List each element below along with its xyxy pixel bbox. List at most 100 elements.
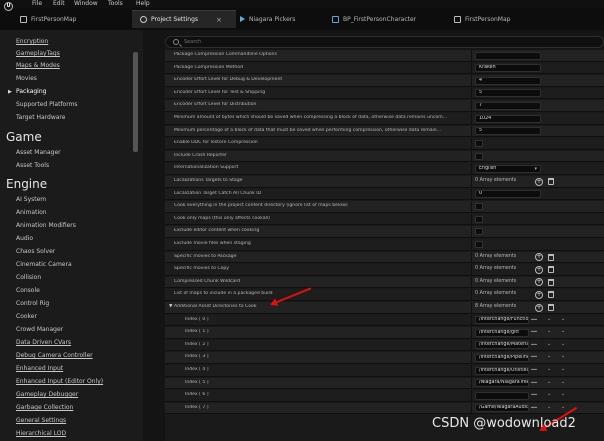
trash-icon[interactable] — [548, 266, 554, 274]
column-divider[interactable] — [471, 239, 472, 251]
tab-project-settings[interactable]: Project Settings × — [132, 10, 236, 28]
sidebar-item-control-rig[interactable]: Control Rig — [16, 300, 49, 307]
add-element-icon[interactable]: + — [535, 290, 543, 299]
property-value-field[interactable]: 7 — [475, 101, 541, 110]
column-divider[interactable] — [471, 113, 472, 125]
chevron-down-icon[interactable]: ⌄ — [561, 391, 565, 397]
tab-first-person-map-2[interactable]: FirstPersonMap — [454, 10, 564, 28]
property-value-field[interactable]: 0 — [475, 190, 541, 199]
trash-icon[interactable] — [548, 253, 554, 261]
sidebar-item-ai-system[interactable]: AI System — [16, 196, 46, 203]
sidebar-item-target-hardware[interactable]: Target Hardware — [16, 114, 65, 121]
chevron-down-icon[interactable]: ⌄ — [561, 341, 565, 347]
column-divider[interactable] — [471, 352, 472, 364]
add-element-icon[interactable]: + — [535, 253, 543, 262]
column-divider[interactable] — [471, 75, 472, 87]
sidebar-item-enhanced-input-editor[interactable]: Enhanced Input (Editor Only) — [16, 378, 103, 385]
trash-icon[interactable] — [548, 304, 554, 311]
chevron-down-icon[interactable]: ⌄ — [561, 353, 565, 359]
property-value-field[interactable]: 4 — [475, 76, 541, 85]
property-value-field[interactable]: Kraken — [475, 64, 541, 73]
tab-niagara-pickers[interactable]: Niagara Pickers — [240, 10, 344, 28]
column-divider[interactable] — [471, 138, 472, 150]
sidebar-item-asset-tools[interactable]: Asset Tools — [16, 162, 49, 169]
directory-path-field[interactable]: /Interchange/Functions — [475, 316, 529, 325]
column-divider[interactable] — [471, 390, 472, 402]
directory-path-field[interactable]: /Interchange/Pipelines — [475, 353, 529, 362]
search-input[interactable] — [184, 38, 584, 46]
column-divider[interactable] — [471, 402, 472, 415]
browse-dots-icon[interactable]: … — [531, 390, 537, 397]
property-value-field[interactable] — [475, 51, 541, 60]
browse-dots-icon[interactable]: … — [531, 352, 537, 359]
sidebar-item-animation[interactable]: Animation — [16, 209, 47, 216]
menu-help[interactable]: Help — [136, 0, 150, 8]
sidebar-item-asset-manager[interactable]: Asset Manager — [16, 149, 61, 156]
chevron-down-icon[interactable]: ⌄ — [547, 379, 551, 385]
column-divider[interactable] — [471, 87, 472, 100]
tab-first-person-map[interactable]: FirstPersonMap — [20, 10, 130, 28]
column-divider[interactable] — [471, 264, 472, 276]
chevron-down-icon[interactable]: ⌄ — [561, 404, 565, 410]
menu-tools[interactable]: Tools — [108, 0, 123, 8]
add-element-icon[interactable]: + — [535, 177, 543, 186]
directory-path-field[interactable]: /Niagara/NiagaraTree — [475, 379, 529, 388]
tab-bp-first-person-character[interactable]: BP_FirstPersonCharacter — [332, 10, 452, 28]
sidebar-item-crowd-manager[interactable]: Crowd Manager — [16, 326, 63, 333]
sidebar-scrollbar[interactable] — [133, 52, 138, 152]
column-divider[interactable] — [471, 213, 472, 226]
add-element-icon[interactable]: + — [535, 303, 543, 312]
browse-dots-icon[interactable]: … — [531, 378, 537, 385]
column-divider[interactable] — [471, 339, 472, 352]
sidebar-item-garbage-collection[interactable]: Garbage Collection — [16, 404, 73, 411]
chevron-down-icon[interactable]: ⌄ — [547, 366, 551, 372]
column-divider[interactable] — [471, 188, 472, 201]
property-checkbox[interactable] — [475, 152, 483, 160]
property-checkbox[interactable] — [475, 215, 483, 223]
directory-path-field[interactable] — [475, 391, 529, 400]
column-divider[interactable] — [471, 62, 472, 75]
close-tab-icon[interactable]: × — [216, 16, 222, 24]
property-value-field[interactable]: 5 — [475, 127, 541, 136]
panel-splitter[interactable] — [143, 30, 165, 441]
chevron-down-icon[interactable]: ⌄ — [547, 316, 551, 322]
column-divider[interactable] — [471, 176, 472, 188]
sidebar-item-collision[interactable]: Collision — [16, 274, 41, 281]
trash-icon[interactable] — [548, 178, 554, 185]
property-combo-box[interactable]: English — [475, 164, 541, 173]
sidebar-item-maps-modes[interactable]: Maps & Modes — [16, 62, 60, 69]
directory-path-field[interactable]: /Interchange/Utilities — [475, 366, 529, 375]
browse-dots-icon[interactable]: … — [531, 327, 537, 334]
unreal-logo-icon[interactable]: U — [4, 2, 13, 11]
chevron-down-icon[interactable]: ⌄ — [561, 379, 565, 385]
column-divider[interactable] — [471, 163, 472, 175]
chevron-down-icon[interactable]: ⌄ — [547, 328, 551, 334]
sidebar-item-cinematic-camera[interactable]: Cinematic Camera — [16, 261, 72, 268]
browse-dots-icon[interactable]: … — [531, 403, 537, 410]
column-divider[interactable] — [471, 201, 472, 213]
sidebar-item-enhanced-input[interactable]: Enhanced Input — [16, 365, 63, 372]
sidebar-item-data-driven-cvars[interactable]: Data Driven CVars — [16, 339, 71, 346]
menu-window[interactable]: Window — [74, 0, 98, 8]
property-checkbox[interactable] — [475, 228, 483, 236]
expand-arrow-icon[interactable]: ▼ — [169, 304, 172, 309]
sidebar-item-console[interactable]: Console — [16, 287, 40, 294]
property-checkbox[interactable] — [475, 241, 483, 248]
chevron-down-icon[interactable]: ⌄ — [547, 341, 551, 347]
trash-icon[interactable] — [548, 291, 554, 299]
chevron-down-icon[interactable]: ⌄ — [547, 391, 551, 397]
sidebar-item-supported-platforms[interactable]: Supported Platforms — [16, 101, 78, 108]
column-divider[interactable] — [471, 125, 472, 138]
menu-file[interactable]: File — [32, 0, 42, 8]
sidebar-item-chaos-solver[interactable]: Chaos Solver — [16, 248, 55, 255]
menu-edit[interactable]: Edit — [53, 0, 65, 8]
directory-path-field[interactable]: /Interchange/gltf — [475, 328, 529, 337]
property-checkbox[interactable] — [475, 203, 483, 211]
browse-dots-icon[interactable]: … — [531, 340, 537, 347]
directory-path-field[interactable]: /Game/NiagaraAudio — [475, 404, 529, 413]
add-element-icon[interactable]: + — [535, 278, 543, 287]
sidebar-item-debug-camera-controller[interactable]: Debug Camera Controller — [16, 352, 93, 359]
column-divider[interactable] — [471, 365, 472, 377]
chevron-down-icon[interactable]: ⌄ — [547, 404, 551, 410]
column-divider[interactable] — [471, 251, 472, 264]
